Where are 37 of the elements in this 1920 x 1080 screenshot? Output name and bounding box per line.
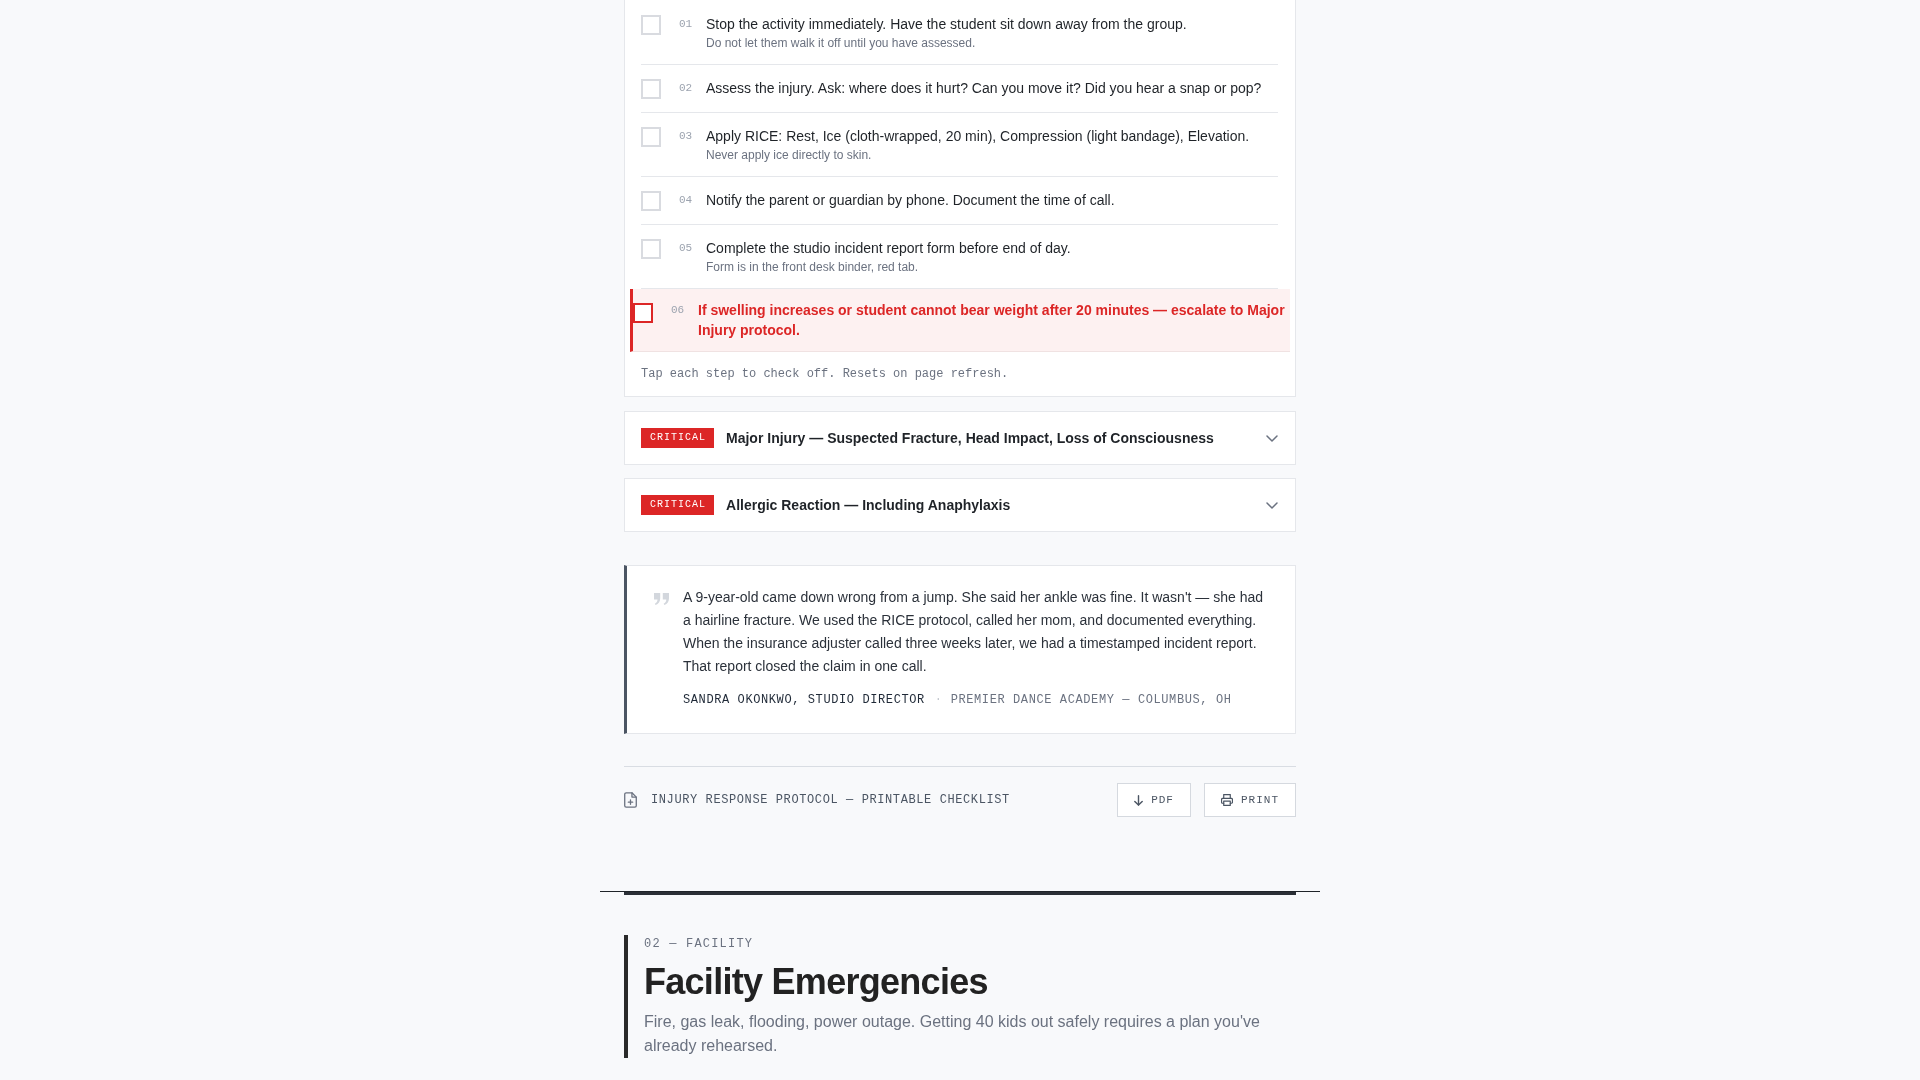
testimonial-quote: A 9-year-old came down wrong from a jump. She said her ankle was fine. It wasn't — she had a hairline fracture. We used the RICE protocol, called her mom, and documented everything. When the insurance adjuster called three weeks later, we had a timestamped incident report. That report closed the claim in one call. [683, 588, 1265, 676]
accordion-title: Major Injury — Suspected Fracture, Head Impact, Loss of Consciousness [726, 429, 1214, 448]
step-text: Notify the parent or guardian by phone. Document the time of call. [706, 191, 1115, 210]
down-arrow-icon [1134, 794, 1144, 806]
accordion-header[interactable]: CRITICAL Major Injury — Suspected Fracture, Head Impact, Loss of Consciousness [624, 411, 1296, 465]
section-title: Facility Emergencies [644, 961, 988, 1002]
step-note: Do not let them walk it off until you have assessed. [706, 35, 976, 51]
author-name: SANDRA OKONKWO, STUDIO DIRECTOR [683, 692, 925, 709]
quote-icon [654, 593, 669, 605]
organization-name: PREMIER DANCE ACADEMY — COLUMBUS, OH [950, 692, 1232, 709]
section-eyebrow: 02 — FACILITY [644, 936, 754, 953]
checklist-title: INJURY RESPONSE PROTOCOL — PRINTABLE CHECKLIST [651, 792, 1010, 809]
step-text: Apply RICE: Rest, Ice (cloth-wrapped, 20 min), Compression (light bandage), Elevation. [706, 127, 1250, 146]
printer-icon [1221, 794, 1233, 806]
document-plus-icon [624, 792, 637, 808]
step-number: 02 [679, 81, 693, 96]
accordion-title: Allergic Reaction — Including Anaphylaxis [726, 496, 1011, 515]
section-description: Fire, gas leak, flooding, power outage. Getting 40 kids out safely requires a plan you've already rehearsed. [644, 1012, 1261, 1056]
accordion-header[interactable]: CRITICAL Allergic Reaction — Including Anaphylaxis [624, 478, 1296, 532]
step-number: 01 [679, 17, 693, 32]
warning-text: If swelling increases or student cannot bear weight after 20 minutes — escalate to Major Injury protocol. [698, 301, 1286, 340]
step-number: 04 [679, 193, 693, 208]
print-button[interactable]: PRINT [1204, 783, 1296, 817]
step-note: Never apply ice directly to skin. [706, 147, 872, 163]
download-button[interactable]: PDF [1117, 783, 1191, 817]
checkbox[interactable] [633, 303, 653, 323]
separator: · [934, 692, 943, 709]
step-note: Form is in the front desk binder, red tab. [706, 259, 919, 275]
step-text: Assess the injury. Ask: where does it hurt? Can you move it? Did you hear a snap or pop? [706, 79, 1262, 98]
step-text: Stop the activity immediately. Have the student sit down away from the group. [706, 15, 1187, 34]
checklist-hint: Tap each step to check off. Resets on page refresh. [641, 366, 1010, 383]
severity-badge: CRITICAL [641, 428, 714, 448]
step-number: 06 [671, 303, 685, 318]
severity-badge: CRITICAL [641, 495, 714, 515]
step-number: 03 [679, 129, 693, 144]
step-text: Complete the studio incident report form before end of day. [706, 239, 1071, 258]
step-number: 05 [679, 241, 693, 256]
